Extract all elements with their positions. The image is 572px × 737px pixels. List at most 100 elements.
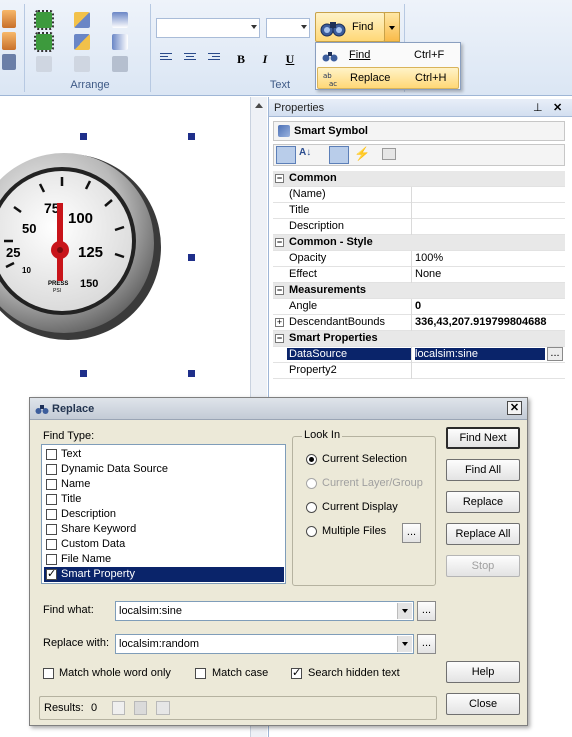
group-icon[interactable] [34,10,54,30]
search-hidden-text-checkbox[interactable]: ✓ [291,667,302,679]
copy-icon[interactable] [112,701,125,715]
collapse-icon[interactable]: − [275,286,284,295]
find-what-combo[interactable]: localsim:sine [115,601,414,621]
send-backward-icon[interactable] [74,34,90,50]
bold-button[interactable]: B [232,50,250,68]
align-left-icon[interactable] [160,53,172,64]
help-button[interactable]: Help [446,661,520,683]
close-button[interactable]: Close [446,693,520,715]
categorized-icon[interactable] [276,146,296,164]
property-value[interactable]: 336,43,207.919799804688 [415,316,565,328]
selection-handle[interactable] [188,370,195,377]
properties-view-icon[interactable] [329,146,349,164]
property-row-property2[interactable]: Property2 [273,363,565,379]
close-icon[interactable]: ✕ [553,101,562,114]
find-type-checkbox[interactable] [46,509,57,520]
underline-button[interactable]: U [281,50,299,68]
find-all-button[interactable]: Find All [446,459,520,481]
find-type-item[interactable]: File Name [44,552,284,567]
property-category-measurements[interactable]: − Measurements [273,283,565,299]
collapse-icon[interactable]: − [275,334,284,343]
find-type-item[interactable]: Share Keyword [44,522,284,537]
property-row-name[interactable]: (Name) [273,187,565,203]
pin-icon[interactable]: ⊥ [533,101,543,114]
property-pages-icon[interactable] [382,148,396,160]
property-value[interactable]: None [415,268,565,280]
italic-button[interactable]: I [256,50,274,68]
replace-with-combo[interactable]: localsim:random [115,634,414,654]
flip-vertical-icon[interactable] [112,12,128,28]
property-category-common[interactable]: − Common [273,171,565,187]
selection-handle[interactable] [80,370,87,377]
find-type-checkbox[interactable] [46,554,57,565]
property-row-effect[interactable]: Effect None [273,267,565,283]
property-row-title[interactable]: Title [273,203,565,219]
property-row-angle[interactable]: Angle 0 [273,299,565,315]
collapse-icon[interactable]: − [275,174,284,183]
property-row-opacity[interactable]: Opacity 100% [273,251,565,267]
chevron-down-icon[interactable] [397,603,412,619]
layer-icon[interactable] [2,32,16,50]
property-value[interactable]: 0 [415,300,565,312]
find-type-item[interactable]: Title [44,492,284,507]
expand-icon[interactable]: + [275,318,284,327]
align-center-icon[interactable] [184,53,196,64]
export-icon[interactable] [156,701,170,715]
flip-horizontal-icon[interactable] [112,34,128,50]
events-lightning-icon[interactable]: ⚡ [354,146,370,162]
save-icon[interactable] [134,701,147,715]
datasource-browse-button[interactable]: ... [547,347,563,361]
find-type-checkbox[interactable]: ✓ [46,568,57,580]
property-value[interactable]: localsim:sine [415,348,545,360]
font-name-combo[interactable] [156,18,260,38]
property-row-description[interactable]: Description [273,219,565,235]
menu-item-find[interactable]: Find Ctrl+F [317,45,459,67]
find-type-item[interactable]: Custom Data [44,537,284,552]
ungroup-icon[interactable] [34,32,54,52]
find-type-item[interactable]: Description [44,507,284,522]
bring-forward-icon[interactable] [74,12,90,28]
find-type-item[interactable]: Text [44,447,284,462]
find-type-checkbox[interactable] [46,464,57,475]
font-size-combo[interactable] [266,18,310,38]
scroll-up-icon[interactable] [255,103,263,108]
find-type-checkbox[interactable] [46,449,57,460]
find-next-button[interactable]: Find Next [446,427,520,449]
align-icon[interactable] [74,56,90,72]
property-category-smart-properties[interactable]: − Smart Properties [273,331,565,347]
look-in-radio[interactable] [306,526,317,537]
find-type-item[interactable]: Name [44,477,284,492]
property-row-datasource[interactable]: DataSource localsim:sine... [273,347,565,363]
find-type-checkbox[interactable] [46,479,57,490]
layer-icon[interactable] [2,10,16,28]
collapse-icon[interactable]: − [275,238,284,247]
multiple-files-browse-button[interactable]: ... [402,523,421,543]
find-dropdown-arrow[interactable] [384,12,400,42]
property-row-descendantbounds[interactable]: + DescendantBounds 336,43,207.919799804688 [273,315,565,331]
find-type-checkbox[interactable] [46,494,57,505]
property-category-common-style[interactable]: − Common - Style [273,235,565,251]
pressure-gauge-symbol[interactable]: 10 25 50 75 100 125 150 PRESS PSI [0,97,250,357]
align-right-icon[interactable] [208,53,220,64]
sort-alpha-icon[interactable]: A↓ [299,147,311,158]
find-type-list[interactable]: Text Dynamic Data Source Name Title Descript… [41,444,286,584]
replace-all-button[interactable]: Replace All [446,523,520,545]
find-type-item[interactable]: ✓ Smart Property [44,567,284,582]
find-button[interactable]: Find [315,12,385,42]
match-case-checkbox[interactable] [195,668,206,679]
rotate-icon[interactable] [112,56,128,72]
dialog-close-button[interactable]: ✕ [507,401,522,415]
chevron-down-icon[interactable] [397,636,412,652]
property-value[interactable]: 100% [415,252,565,264]
replace-button[interactable]: Replace [446,491,520,513]
find-type-checkbox[interactable] [46,524,57,535]
find-what-browse-button[interactable]: ... [417,601,436,621]
menu-item-replace[interactable]: ab ac Replace Ctrl+H [317,67,459,89]
find-type-item[interactable]: Dynamic Data Source [44,462,284,477]
look-in-radio[interactable] [306,502,317,513]
layer-icon[interactable] [2,54,16,70]
replace-with-browse-button[interactable]: ... [417,634,436,654]
match-whole-word-checkbox[interactable] [43,668,54,679]
look-in-radio[interactable] [306,454,317,465]
find-type-checkbox[interactable] [46,539,57,550]
